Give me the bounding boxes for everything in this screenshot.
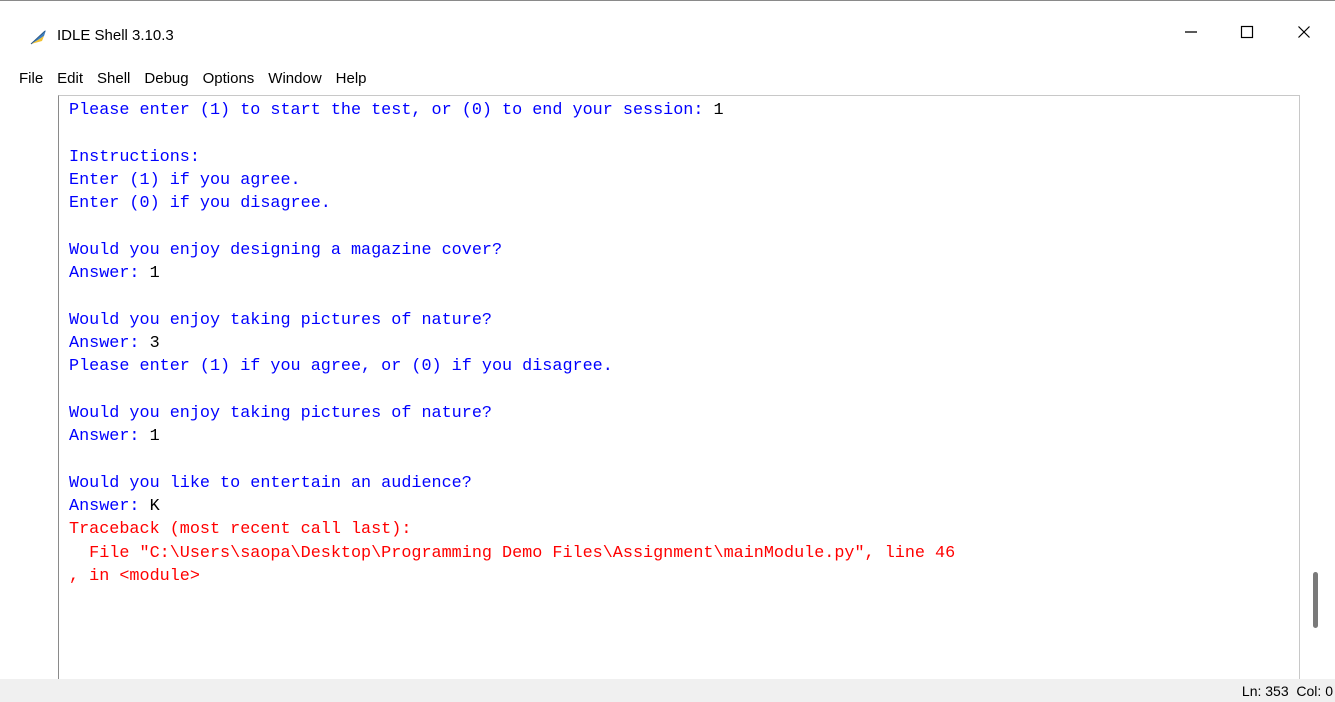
menu-debug[interactable]: Debug — [137, 66, 195, 92]
column-number: 0 — [1325, 683, 1333, 699]
shell-line: Enter (1) if you agree. — [69, 169, 955, 192]
shell-line: Would you enjoy designing a magazine cov… — [69, 239, 955, 262]
menu-edit[interactable]: Edit — [50, 66, 90, 92]
python-feather-icon — [29, 27, 49, 47]
menu-help[interactable]: Help — [329, 66, 374, 92]
shell-text-area[interactable]: Please enter (1) to start the test, or (… — [58, 95, 1300, 679]
shell-line: Answer: 3 — [69, 332, 955, 355]
line-number: 353 — [1265, 683, 1289, 699]
shell-line: Answer: 1 — [69, 262, 955, 285]
stdout-text: Would you like to entertain an audience? — [69, 473, 472, 493]
menu-shell[interactable]: Shell — [90, 66, 137, 92]
shell-line: Would you like to entertain an audience? — [69, 472, 955, 495]
stdout-text: Answer: — [69, 333, 150, 353]
stdout-text: Would you enjoy taking pictures of natur… — [69, 310, 492, 330]
shell-line: Please enter (1) to start the test, or (… — [69, 99, 955, 122]
shell-line: , in <module> — [69, 565, 955, 588]
menu-options[interactable]: Options — [196, 66, 262, 92]
shell-output[interactable]: Please enter (1) to start the test, or (… — [69, 99, 955, 588]
shell-line: Instructions: — [69, 146, 955, 169]
cursor-position: Ln: 353 Col: 0 — [1242, 682, 1333, 700]
status-bar: Ln: 353 Col: 0 — [0, 679, 1335, 702]
stdin-text: 3 — [149, 333, 160, 353]
window-title: IDLE Shell 3.10.3 — [57, 27, 174, 44]
title-bar[interactable]: IDLE Shell 3.10.3 — [0, 2, 1335, 62]
minimize-button[interactable] — [1162, 2, 1220, 62]
shell-line: Would you enjoy taking pictures of natur… — [69, 309, 955, 332]
stdin-text: 1 — [149, 264, 160, 284]
shell-line: Answer: K — [69, 495, 955, 518]
idle-shell-window: IDLE Shell 3.10.3 File Edit Shell Debug … — [0, 0, 1335, 702]
stdin-text: 1 — [713, 101, 724, 120]
shell-line: Answer: 1 — [69, 425, 955, 448]
scrollbar-thumb[interactable] — [1313, 572, 1318, 628]
line-label: Ln: — [1241, 683, 1266, 699]
maximize-icon — [1240, 25, 1254, 39]
vertical-scrollbar[interactable] — [1300, 95, 1335, 679]
stderr-text: File "C:\Users\saopa\Desktop\Programming… — [69, 543, 956, 563]
stdin-text: K — [149, 497, 160, 517]
stdout-text: Please enter (1) if you agree, or (0) if… — [69, 357, 613, 377]
menu-window[interactable]: Window — [261, 66, 328, 92]
stdout-text: Instructions: — [69, 147, 200, 167]
shell-line: Please enter (1) if you agree, or (0) if… — [69, 355, 955, 378]
stdin-text: 1 — [149, 427, 160, 447]
shell-line: Enter (0) if you disagree. — [69, 192, 955, 215]
stdout-text: Answer: — [69, 427, 150, 447]
stderr-text: , in <module> — [69, 566, 200, 586]
stdout-text: Would you enjoy taking pictures of natur… — [69, 403, 492, 423]
menu-bar: File Edit Shell Debug Options Window Hel… — [0, 62, 1335, 95]
close-icon — [1297, 25, 1311, 39]
menu-file[interactable]: File — [12, 66, 50, 92]
stdout-text: Enter (1) if you agree. — [69, 170, 301, 190]
minimize-icon — [1184, 25, 1198, 39]
stdout-text: Would you enjoy designing a magazine cov… — [69, 240, 503, 260]
close-button[interactable] — [1275, 2, 1333, 62]
maximize-button[interactable] — [1218, 2, 1276, 62]
stderr-text: Traceback (most recent call last): — [69, 520, 412, 540]
shell-line: File "C:\Users\saopa\Desktop\Programming… — [69, 542, 955, 565]
column-label: Col: — [1296, 683, 1326, 699]
stdout-text: Enter (0) if you disagree. — [69, 194, 331, 214]
stdout-text: Answer: — [69, 497, 150, 517]
shell-line: Traceback (most recent call last): — [69, 518, 955, 541]
stdout-text: Answer: — [69, 264, 150, 284]
stdout-text: Please enter (1) to start the test, or (… — [69, 101, 714, 120]
shell-line: Would you enjoy taking pictures of natur… — [69, 402, 955, 425]
